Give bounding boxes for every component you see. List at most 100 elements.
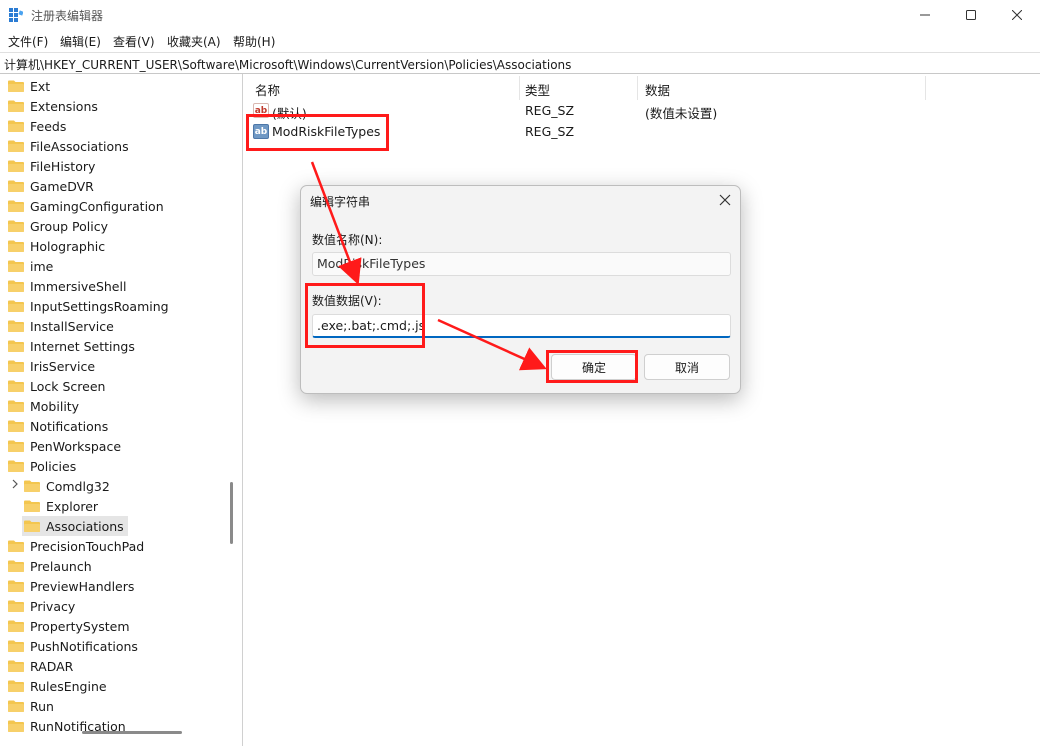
ok-button[interactable]: 确定: [551, 354, 637, 380]
cancel-button[interactable]: 取消: [644, 354, 730, 380]
tree-item[interactable]: Mobility: [6, 396, 83, 416]
tree-item[interactable]: PrecisionTouchPad: [6, 536, 148, 556]
tree-item-label: Group Policy: [30, 218, 108, 234]
tree-item[interactable]: Notifications: [6, 416, 112, 436]
menu-edit[interactable]: 编辑(E): [60, 33, 101, 50]
values-list-pane[interactable]: 名称 类型 数据 ab (默认) REG_SZ (数值未设置) ab ModRi…: [247, 74, 1040, 746]
folder-icon: [8, 540, 24, 552]
address-path[interactable]: 计算机\HKEY_CURRENT_USER\Software\Microsoft…: [4, 56, 571, 73]
value-data-input[interactable]: .exe;.bat;.cmd;.js: [312, 314, 731, 338]
tree-item[interactable]: PreviewHandlers: [6, 576, 138, 596]
tree-item-label: Policies: [30, 458, 77, 474]
folder-icon: [8, 320, 24, 332]
folder-icon: [8, 380, 24, 392]
tree-item[interactable]: Ext: [6, 76, 54, 96]
close-window-button[interactable]: [994, 0, 1040, 30]
tree-item-label: Extensions: [30, 98, 98, 114]
tree-item[interactable]: ImmersiveShell: [6, 276, 130, 296]
tree-item[interactable]: FileHistory: [6, 156, 99, 176]
folder-icon: [8, 720, 24, 732]
key-tree-pane[interactable]: Ext Extensions Feeds FileAssociations FileHi…: [0, 74, 243, 746]
tree-item-label: PrecisionTouchPad: [30, 538, 145, 554]
maximize-button[interactable]: [948, 0, 994, 30]
column-header-name[interactable]: 名称: [255, 80, 280, 99]
minimize-button[interactable]: [902, 0, 948, 30]
folder-icon: [8, 300, 24, 312]
tree-item[interactable]: Policies: [6, 456, 80, 476]
dialog-title: 编辑字符串: [310, 195, 371, 209]
tree-item-label: FileHistory: [30, 158, 96, 174]
chevron-right-icon[interactable]: [10, 479, 20, 489]
close-icon: [1012, 10, 1022, 20]
folder-icon: [24, 500, 40, 512]
tree-item[interactable]: Comdlg32: [22, 476, 114, 496]
column-header-type[interactable]: 类型: [525, 80, 550, 99]
tree-item[interactable]: Associations: [22, 516, 128, 536]
folder-icon: [8, 180, 24, 192]
tree-item-label: PreviewHandlers: [30, 578, 135, 594]
tree-item-label: Mobility: [30, 398, 80, 414]
tree-item[interactable]: InstallService: [6, 316, 118, 336]
tree-item[interactable]: GameDVR: [6, 176, 98, 196]
tree-item[interactable]: Run: [6, 696, 58, 716]
value-row-modriskfiletypes[interactable]: ab ModRiskFileTypes REG_SZ: [253, 122, 1033, 142]
folder-icon: [8, 220, 24, 232]
tree-item[interactable]: IrisService: [6, 356, 99, 376]
tree-item-label: Prelaunch: [30, 558, 92, 574]
tree-vertical-scrollbar[interactable]: [230, 482, 233, 544]
string-value-icon: ab: [253, 103, 269, 118]
folder-icon: [8, 660, 24, 672]
tree-item-label: PropertySystem: [30, 618, 130, 634]
menu-help[interactable]: 帮助(H): [233, 33, 275, 50]
tree-item[interactable]: PushNotifications: [6, 636, 142, 656]
tree-item-label: Internet Settings: [30, 338, 135, 354]
tree-item[interactable]: InputSettingsRoaming: [6, 296, 173, 316]
column-separator[interactable]: [925, 76, 926, 100]
folder-icon: [8, 360, 24, 372]
column-separator[interactable]: [519, 76, 520, 100]
tree-item[interactable]: PenWorkspace: [6, 436, 125, 456]
value-type: REG_SZ: [525, 103, 575, 118]
folder-icon: [8, 240, 24, 252]
tree-item[interactable]: RADAR: [6, 656, 77, 676]
value-row-default[interactable]: ab (默认) REG_SZ (数值未设置): [253, 101, 1033, 121]
column-separator[interactable]: [637, 76, 638, 100]
tree-item-label: RADAR: [30, 658, 74, 674]
tree-item[interactable]: Privacy: [6, 596, 79, 616]
menu-favorites[interactable]: 收藏夹(A): [167, 33, 221, 50]
tree-item-label: Privacy: [30, 598, 76, 614]
tree-item-label: Associations: [46, 518, 124, 534]
tree-item-label: Ext: [30, 78, 51, 94]
folder-icon: [8, 620, 24, 632]
menu-file[interactable]: 文件(F): [8, 33, 48, 50]
tree-item[interactable]: Internet Settings: [6, 336, 139, 356]
address-bar[interactable]: 计算机\HKEY_CURRENT_USER\Software\Microsoft…: [0, 52, 1040, 74]
tree-item[interactable]: Feeds: [6, 116, 70, 136]
tree-item[interactable]: Prelaunch: [6, 556, 96, 576]
tree-item[interactable]: ime: [6, 256, 57, 276]
tree-item[interactable]: Group Policy: [6, 216, 112, 236]
folder-icon: [8, 160, 24, 172]
folder-icon: [8, 100, 24, 112]
tree-item[interactable]: FileAssociations: [6, 136, 133, 156]
column-header-data[interactable]: 数据: [645, 80, 670, 99]
folder-icon: [24, 480, 40, 492]
tree-item[interactable]: RunNotification: [6, 716, 130, 736]
tree-item-label: Holographic: [30, 238, 106, 254]
window-title: 注册表编辑器: [31, 9, 104, 23]
tree-item[interactable]: RulesEngine: [6, 676, 111, 696]
folder-icon: [8, 200, 24, 212]
string-value-icon: ab: [253, 124, 269, 139]
menu-view[interactable]: 查看(V): [113, 33, 155, 50]
tree-item-label: Comdlg32: [46, 478, 110, 494]
tree-item-label: Explorer: [46, 498, 99, 514]
tree-item[interactable]: Lock Screen: [6, 376, 109, 396]
tree-item-label: Notifications: [30, 418, 109, 434]
tree-item[interactable]: GamingConfiguration: [6, 196, 168, 216]
tree-item[interactable]: Holographic: [6, 236, 109, 256]
tree-item[interactable]: Extensions: [6, 96, 102, 116]
tree-item-label: PushNotifications: [30, 638, 138, 654]
tree-item[interactable]: Explorer: [22, 496, 102, 516]
close-icon[interactable]: [719, 194, 731, 206]
tree-item[interactable]: PropertySystem: [6, 616, 134, 636]
